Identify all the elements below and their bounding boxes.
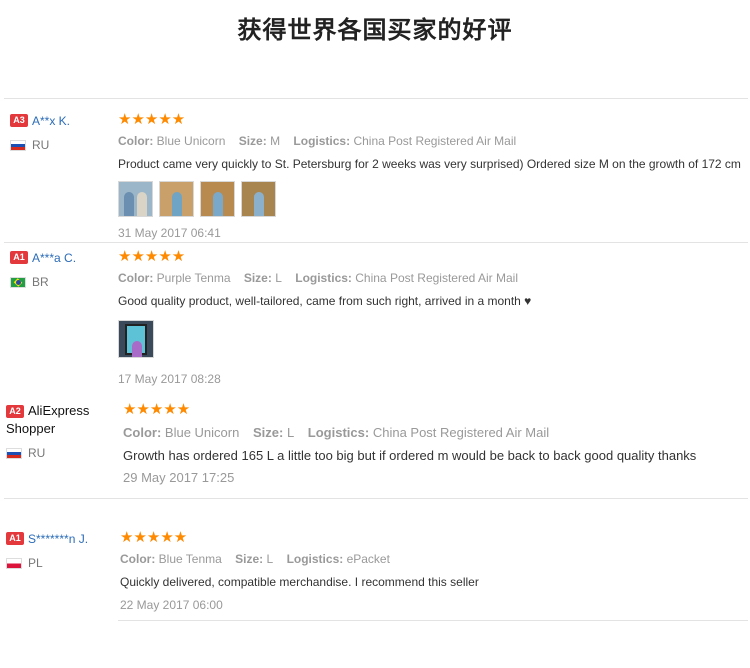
- review-item: A3 A**x K. RU ★★★★★ Color: Blue Unicorn S…: [0, 108, 750, 244]
- review-item: A1 S*******n J. PL ★★★★★ Color: Blue Tenm…: [0, 522, 750, 622]
- reviewer-country: PL: [6, 556, 111, 570]
- star-rating: ★★★★★: [118, 111, 186, 128]
- country-code: RU: [32, 138, 50, 152]
- reviewer-info: A1 A***a C. BR: [10, 249, 115, 289]
- order-details: Color: Purple Tenma Size: L Logistics: C…: [118, 271, 738, 285]
- page-title: 获得世界各国买家的好评: [237, 16, 513, 44]
- review-date: 17 May 2017 08:28: [118, 372, 221, 386]
- country-code: PL: [28, 556, 43, 570]
- review-date: 22 May 2017 06:00: [120, 598, 223, 612]
- reviewer-info: A1 S*******n J. PL: [6, 530, 111, 570]
- size-value: L: [275, 271, 282, 285]
- review-divider: [118, 620, 748, 621]
- logistics-value: China Post Registered Air Mail: [372, 425, 550, 440]
- buyer-level-badge: A3: [10, 114, 28, 128]
- logistics-label: Logistics:: [307, 425, 370, 440]
- review-item: A1 A***a C. BR ★★★★★ Color: Purple Tenma …: [0, 244, 750, 390]
- poland-flag-icon: [6, 557, 22, 569]
- logistics-label: Logistics:: [293, 134, 351, 148]
- color-label: Color:: [118, 134, 154, 148]
- review-text: Quickly delivered, compatible merchandis…: [120, 575, 479, 589]
- brazil-flag-icon: [10, 276, 26, 288]
- size-value: M: [270, 134, 281, 148]
- star-rating: ★★★★★: [123, 401, 191, 418]
- review-date: 29 May 2017 17:25: [123, 470, 235, 485]
- country-code: BR: [32, 275, 49, 289]
- color-value: Blue Tenma: [158, 552, 222, 566]
- russia-flag-icon: [10, 139, 26, 151]
- buyer-level-badge: A2: [6, 404, 24, 418]
- review-content: ★★★★★ Color: Blue Unicorn Size: L Logist…: [123, 401, 743, 486]
- reviewer-name[interactable]: A***a C.: [32, 251, 76, 265]
- review-content: ★★★★★ Color: Purple Tenma Size: L Logist…: [118, 249, 738, 386]
- order-details: Color: Blue Tenma Size: L Logistics: ePa…: [120, 552, 740, 566]
- logistics-value: China Post Registered Air Mail: [353, 134, 517, 148]
- review-divider: [4, 498, 748, 499]
- reviewer-name[interactable]: S*******n J.: [28, 532, 88, 546]
- color-value: Blue Unicorn: [156, 134, 226, 148]
- size-value: L: [266, 552, 274, 566]
- size-label: Size:: [238, 134, 267, 148]
- color-label: Color:: [123, 425, 162, 440]
- reviewer-country: RU: [6, 446, 116, 460]
- reviewer-country: RU: [10, 138, 115, 152]
- color-label: Color:: [120, 552, 156, 566]
- review-photo-thumbnail[interactable]: [118, 320, 154, 358]
- buyer-level-badge: A1: [10, 251, 28, 265]
- order-details: Color: Blue Unicorn Size: M Logistics: C…: [118, 134, 738, 148]
- review-photo-thumbnail[interactable]: [200, 181, 235, 217]
- logistics-value: ePacket: [346, 552, 390, 566]
- review-date: 31 May 2017 06:41: [118, 226, 221, 240]
- review-text: Good quality product, well-tailored, cam…: [118, 294, 532, 308]
- russia-flag-icon: [6, 447, 22, 459]
- country-code: RU: [28, 446, 46, 461]
- order-details: Color: Blue Unicorn Size: L Logistics: C…: [123, 425, 743, 440]
- reviewer-info: A3 A**x K. RU: [10, 112, 115, 152]
- review-content: ★★★★★ Color: Blue Tenma Size: L Logistic…: [120, 529, 740, 613]
- review-photo-thumbnail[interactable]: [159, 181, 194, 217]
- buyer-level-badge: A1: [6, 532, 24, 546]
- logistics-value: China Post Registered Air Mail: [355, 271, 518, 285]
- logistics-label: Logistics:: [295, 271, 352, 285]
- reviewer-info: A2 AliExpress Shopper RU: [6, 402, 116, 460]
- size-label: Size:: [235, 552, 264, 566]
- review-text: Growth has ordered 165 L a little too bi…: [123, 448, 697, 463]
- review-photos: [118, 320, 738, 358]
- star-rating: ★★★★★: [118, 248, 186, 265]
- review-divider: [4, 242, 748, 243]
- star-rating: ★★★★★: [120, 529, 188, 546]
- logistics-label: Logistics:: [286, 552, 344, 566]
- review-photo-thumbnail[interactable]: [241, 181, 276, 217]
- reviewer-country: BR: [10, 275, 115, 289]
- review-item: A2 AliExpress Shopper RU ★★★★★ Color: Blu…: [0, 396, 750, 500]
- color-label: Color:: [118, 271, 154, 285]
- size-label: Size:: [252, 425, 284, 440]
- review-photos: [118, 181, 738, 217]
- review-text: Product came very quickly to St. Petersb…: [118, 157, 741, 171]
- reviewer-name[interactable]: A**x K.: [32, 114, 70, 128]
- size-value: L: [286, 425, 295, 440]
- color-value: Purple Tenma: [156, 271, 231, 285]
- review-photo-thumbnail[interactable]: [118, 181, 153, 217]
- color-value: Blue Unicorn: [164, 425, 240, 440]
- size-label: Size:: [243, 271, 272, 285]
- top-divider: [4, 98, 748, 99]
- review-content: ★★★★★ Color: Blue Unicorn Size: M Logist…: [118, 111, 741, 240]
